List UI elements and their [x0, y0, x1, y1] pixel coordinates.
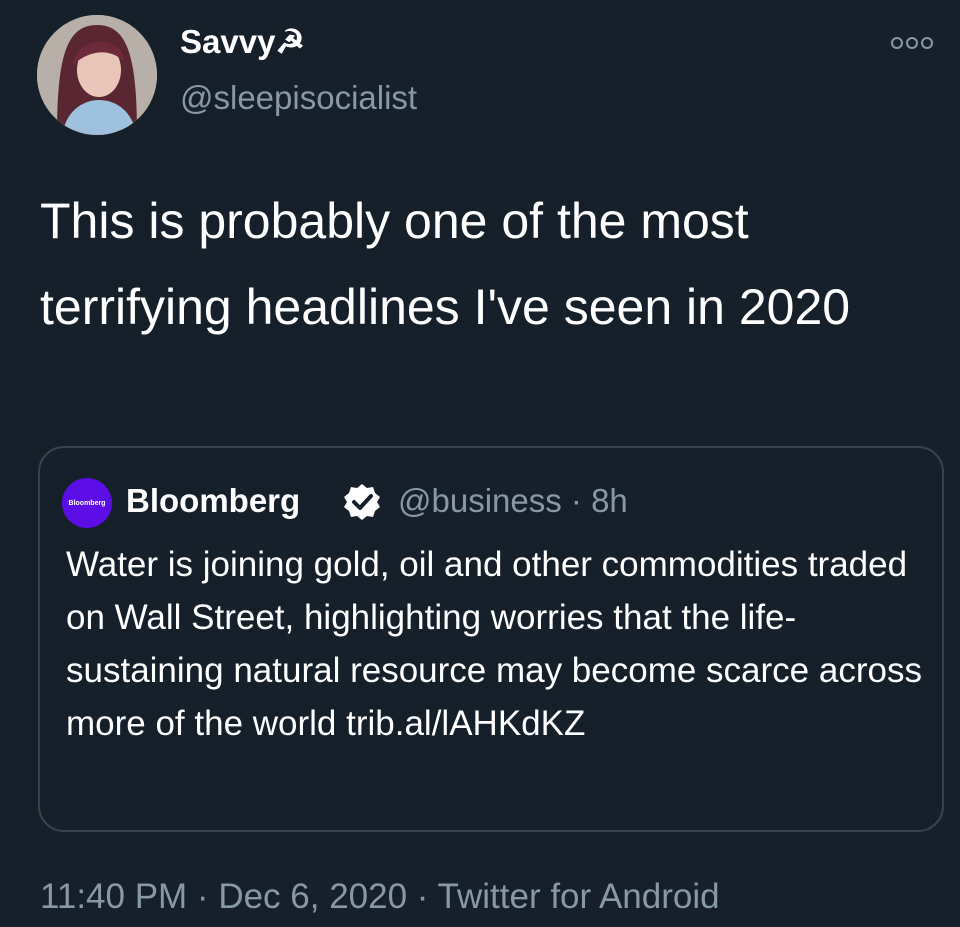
bloomberg-avatar[interactable]: Bloomberg	[62, 478, 112, 528]
quoted-tweet-card[interactable]: Bloomberg Bloomberg @business · 8h Water…	[38, 446, 944, 832]
author-handle[interactable]: @sleepisocialist	[180, 78, 417, 118]
tweet-text: This is probably one of the most terrify…	[40, 193, 851, 335]
avatar-photo	[37, 15, 157, 135]
quoted-author-name[interactable]: Bloomberg	[126, 481, 300, 521]
author-name[interactable]: Savvy☭	[180, 22, 305, 62]
tweet-meta: 11:40 PM · Dec 6, 2020 · Twitter for And…	[40, 877, 720, 916]
more-options-icon[interactable]	[890, 30, 934, 56]
quoted-tweet-text: Water is joining gold, oil and other com…	[66, 545, 922, 743]
bloomberg-avatar-text: Bloomberg	[68, 499, 106, 507]
author-avatar[interactable]	[37, 15, 157, 135]
quoted-handle-time[interactable]: @business · 8h	[398, 481, 628, 521]
verified-badge-icon	[344, 484, 380, 520]
